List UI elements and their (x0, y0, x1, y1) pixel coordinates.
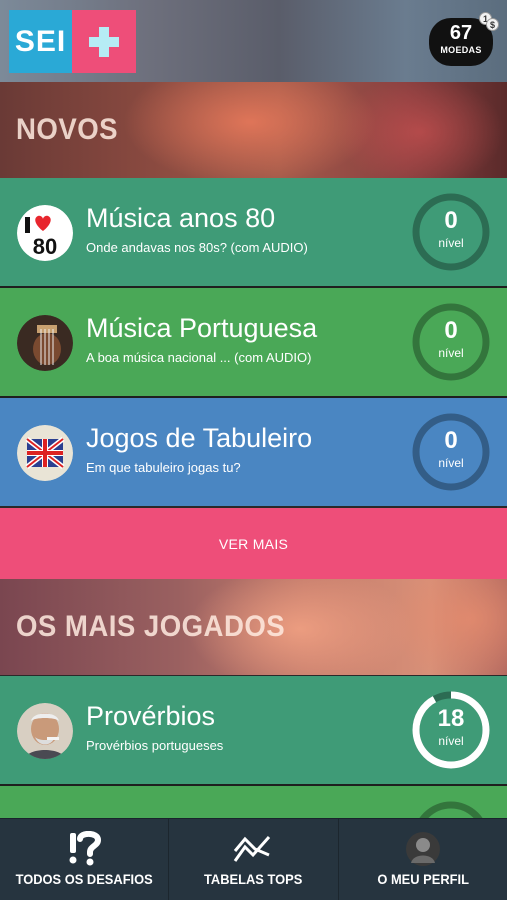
section-banner-novos: NOVOS (0, 82, 507, 178)
quiz-card-proverbios[interactable]: Provérbios Provérbios portugueses 18 nív… (0, 676, 507, 784)
section-banner-mais-jogados: OS MAIS JOGADOS (0, 579, 507, 675)
i-love-80s-icon: 80 (17, 205, 73, 261)
level-label: nível (438, 734, 464, 748)
logo-text: SEI (9, 10, 72, 73)
quiz-subtitle: Onde andavas nos 80s? (com AUDIO) (86, 240, 308, 255)
level-value: 18 (437, 705, 465, 732)
level-label: nível (438, 346, 464, 360)
quiz-subtitle: A boa música nacional ... (com AUDIO) (86, 350, 312, 365)
nav-label: TODOS OS DESAFIOS (15, 871, 153, 887)
bottom-navigation: TODOS OS DESAFIOS TABELAS TOPS O MEU PER… (0, 818, 507, 900)
section-title: OS MAIS JOGADOS (16, 610, 286, 643)
profile-avatar-icon (403, 831, 443, 867)
level-value: 0 (444, 427, 458, 454)
board-game-icon (17, 425, 73, 481)
level-ring: 0 nível (411, 412, 491, 492)
app-logo: SEI (9, 10, 136, 73)
plus-icon (89, 27, 119, 57)
level-label: nível (438, 236, 464, 250)
quiz-card-musica-80[interactable]: 80 Música anos 80 Onde andavas nos 80s? … (0, 178, 507, 286)
old-man-photo-icon (17, 703, 73, 759)
level-label: nível (438, 456, 464, 470)
quiz-subtitle: Provérbios portugueses (86, 738, 224, 753)
trend-chart-icon (233, 831, 273, 867)
coin-badge-dollar: $ (486, 18, 499, 31)
section-title: NOVOS (16, 113, 118, 146)
nav-tabelas-tops[interactable]: TABELAS TOPS (169, 819, 339, 900)
level-ring: 0 nível (411, 192, 491, 272)
app-header: SEI 67 MOEDAS 1 $ (0, 0, 507, 82)
quiz-subtitle: Em que tabuleiro jogas tu? (86, 460, 241, 475)
portuguese-guitar-icon (17, 315, 73, 371)
coins-label: MOEDAS (440, 45, 482, 55)
quiz-card-musica-portuguesa[interactable]: Música Portuguesa A boa música nacional … (0, 288, 507, 396)
quiz-title: Provérbios (86, 701, 216, 731)
quiz-title: Música Portuguesa (86, 313, 318, 343)
coin-badge-icon: 1 $ (479, 12, 499, 32)
level-value: 0 (444, 317, 458, 344)
nav-todos-desafios[interactable]: TODOS OS DESAFIOS (0, 819, 170, 900)
question-exclamation-icon (64, 830, 104, 867)
level-ring: 0 nível (411, 302, 491, 382)
nav-meu-perfil[interactable]: O MEU PERFIL (339, 819, 507, 900)
quiz-title: Jogos de Tabuleiro (86, 423, 313, 453)
level-value: 0 (444, 207, 458, 234)
nav-label: TABELAS TOPS (204, 871, 303, 887)
ver-mais-button[interactable]: VER MAIS (0, 508, 507, 579)
nav-label: O MEU PERFIL (377, 871, 469, 887)
quiz-title: Música anos 80 (86, 203, 276, 233)
quiz-card-jogos-tabuleiro[interactable]: Jogos de Tabuleiro Em que tabuleiro joga… (0, 398, 507, 506)
avatar-80-text: 80 (33, 234, 57, 259)
logo-plus (72, 10, 136, 73)
level-ring: 18 nível (411, 690, 491, 770)
